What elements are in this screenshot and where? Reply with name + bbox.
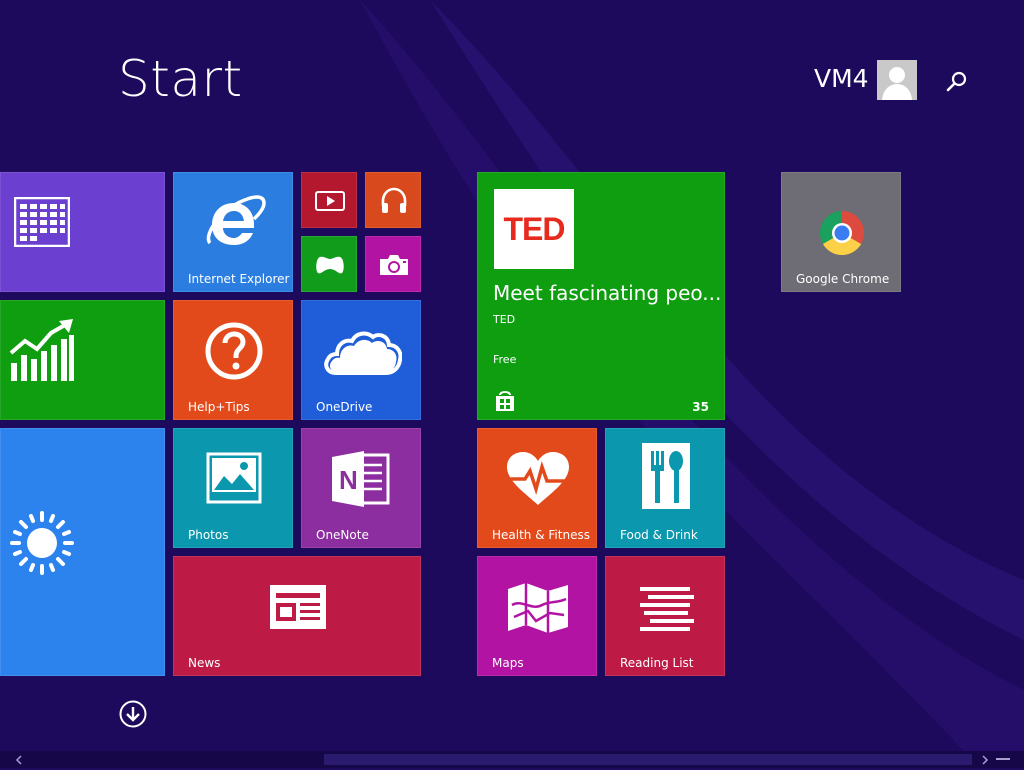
- game-controller-icon: [316, 256, 344, 274]
- onenote-icon: N: [332, 451, 390, 507]
- tile-maps[interactable]: Maps: [477, 556, 597, 676]
- headphones-icon: [381, 187, 407, 213]
- fork-spoon-icon: [642, 443, 690, 509]
- avatar[interactable]: [877, 60, 917, 100]
- ted-badge-count: 35: [692, 400, 709, 414]
- scroll-track[interactable]: [28, 754, 972, 765]
- cloud-icon: [324, 331, 402, 375]
- tile-games[interactable]: [301, 236, 357, 292]
- arrow-down-circle-icon: [119, 700, 147, 728]
- zoom-out-button[interactable]: [996, 758, 1010, 760]
- scroll-right-button[interactable]: [976, 751, 993, 768]
- tile-ted[interactable]: TED Meet fascinating peo... TED Free 35: [477, 172, 725, 420]
- reading-list-icon: [640, 587, 694, 631]
- tile-label: Maps: [492, 656, 524, 670]
- tile-label: Food & Drink: [620, 528, 698, 542]
- tile-finance[interactable]: [0, 300, 165, 420]
- sun-icon: [10, 511, 74, 575]
- horizontal-scrollbar[interactable]: [0, 751, 1024, 768]
- chrome-icon: [820, 211, 864, 255]
- finance-chart-icon: [9, 319, 74, 381]
- tile-help-tips[interactable]: Help+Tips: [173, 300, 293, 420]
- tile-label: OneNote: [316, 528, 369, 542]
- tile-label: Google Chrome: [796, 272, 890, 286]
- tile-onedrive[interactable]: OneDrive: [301, 300, 421, 420]
- store-icon: [496, 391, 514, 411]
- scroll-left-button[interactable]: [10, 751, 27, 768]
- user-name[interactable]: VM4: [814, 64, 869, 93]
- tile-video[interactable]: [301, 172, 357, 228]
- newspaper-icon: [270, 585, 326, 629]
- tile-health-fitness[interactable]: Health & Fitness: [477, 428, 597, 548]
- tile-news[interactable]: News: [173, 556, 421, 676]
- chevron-right-icon: [981, 755, 988, 765]
- tile-label: News: [188, 656, 221, 670]
- ted-publisher: TED: [493, 313, 516, 326]
- user-silhouette-icon: [877, 60, 917, 100]
- all-apps-button[interactable]: [119, 700, 147, 728]
- tile-weather[interactable]: [0, 428, 165, 676]
- calendar-icon: [14, 197, 70, 247]
- tile-google-chrome[interactable]: Google Chrome: [781, 172, 901, 292]
- search-icon: [946, 71, 967, 92]
- photo-icon: [206, 452, 262, 504]
- svg-text:N: N: [339, 465, 358, 495]
- tile-reading-list[interactable]: Reading List: [605, 556, 725, 676]
- ted-logo: TED: [494, 189, 574, 269]
- tile-label: Health & Fitness: [492, 528, 590, 542]
- scroll-thumb[interactable]: [324, 754, 972, 765]
- tile-label: Internet Explorer: [188, 272, 290, 286]
- tile-label: Photos: [188, 528, 229, 542]
- ted-price: Free: [493, 353, 517, 366]
- map-icon: [508, 583, 568, 633]
- tile-label: Reading List: [620, 656, 694, 670]
- tile-internet-explorer[interactable]: Internet Explorer: [173, 172, 293, 292]
- tile-calendar[interactable]: [0, 172, 165, 292]
- tile-label: OneDrive: [316, 400, 373, 414]
- tile-food-drink[interactable]: Food & Drink: [605, 428, 725, 548]
- question-icon: [205, 322, 263, 380]
- tile-label: Help+Tips: [188, 400, 250, 414]
- search-button[interactable]: [944, 68, 970, 94]
- tile-music[interactable]: [365, 172, 421, 228]
- video-icon: [315, 191, 345, 211]
- page-title: Start: [118, 50, 243, 108]
- chevron-left-icon: [15, 755, 22, 765]
- heart-pulse-icon: [507, 452, 569, 505]
- ted-logo-text: TED: [503, 211, 566, 247]
- tile-onenote[interactable]: N OneNote: [301, 428, 421, 548]
- ted-headline: Meet fascinating peo...: [493, 281, 722, 305]
- tile-camera[interactable]: [365, 236, 421, 292]
- camera-icon: [380, 255, 408, 275]
- tile-photos[interactable]: Photos: [173, 428, 293, 548]
- internet-explorer-icon: [206, 195, 266, 245]
